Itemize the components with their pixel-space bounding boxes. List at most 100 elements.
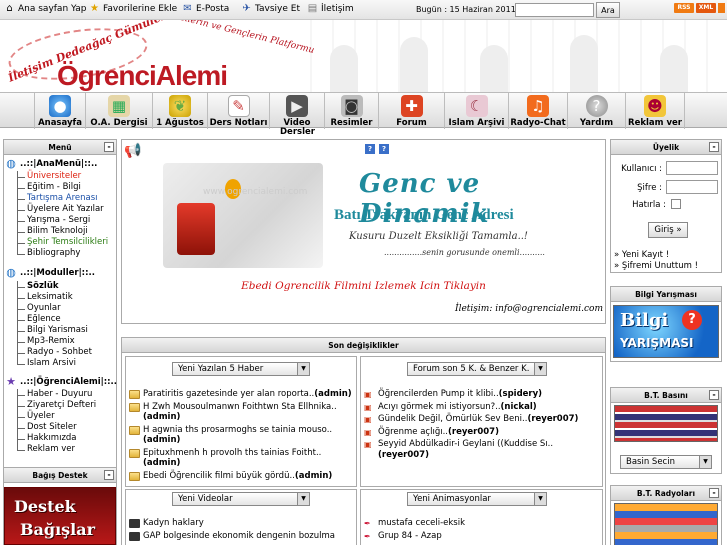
list-item[interactable]: Paratiritis gazetesinde yer alan roporta… xyxy=(129,389,355,400)
minimize-icon[interactable]: - xyxy=(709,390,719,400)
homepage-link[interactable]: ⌂ Ana sayfan Yap xyxy=(4,3,86,14)
list-item[interactable]: ✒ Grup 84 - Azap xyxy=(364,531,600,542)
press-select[interactable]: Basin Secin ▼ xyxy=(620,455,712,469)
username-input[interactable] xyxy=(666,161,718,175)
list-item-text: Epituxhmenh h provolh ths tainias Foitht… xyxy=(143,447,322,458)
menu-item[interactable]: Radyo - Sohbet xyxy=(17,347,92,358)
menu-item[interactable]: Oyunlar xyxy=(17,303,92,314)
animations-select[interactable]: Yeni Animasyonlar ▼ xyxy=(407,492,547,506)
menu-item[interactable]: Reklam ver xyxy=(17,444,96,455)
menu-section-main[interactable]: ◍ ..::|AnaMenü|::.. xyxy=(5,158,97,170)
menu-item-label: Islam Arsivi xyxy=(27,358,76,368)
menu-item[interactable]: Eğitim - Bilgi xyxy=(17,182,108,193)
chevron-down-icon: ▼ xyxy=(297,493,309,505)
xml-icon[interactable]: XML xyxy=(696,3,716,13)
news-select-label: Yeni Yazılan 5 Haber xyxy=(178,364,264,374)
favorites-link[interactable]: ★ Favorilerine Ekle xyxy=(89,3,177,14)
help-icon[interactable]: ? xyxy=(379,144,389,154)
help-icon[interactable]: ? xyxy=(365,144,375,154)
menu-item[interactable]: Üyeler xyxy=(17,411,96,422)
menu-item[interactable]: Haber - Duyuru xyxy=(17,389,96,400)
nav-magazine[interactable]: ▦ O.A. Dergisi xyxy=(85,93,152,129)
nav-help[interactable]: ? Yardım xyxy=(567,93,625,129)
list-item[interactable]: H agwnia ths prosarmoghs se tainia mouso… xyxy=(129,425,355,446)
menu-item[interactable]: Bilgi Yarismasi xyxy=(17,325,92,336)
nav-notes[interactable]: ✎ Ders Notları xyxy=(207,93,269,129)
list-item[interactable]: Epituxhmenh h provolh ths tainias Foitht… xyxy=(129,448,355,469)
nav-video[interactable]: ▶ Video xyxy=(269,93,324,129)
menu-item[interactable]: Yarışma - Sergi xyxy=(17,215,108,226)
menu-section-ogrencialemi[interactable]: ★ ..::|ÖğrenciAlemi|::.. xyxy=(5,376,117,388)
menu-item-label: Eğlence xyxy=(27,314,61,324)
banner-subtitle: Batı Trakyanın Genc Adresi xyxy=(334,207,514,223)
contact-email[interactable]: İletişim: info@ogrencialemi.com xyxy=(455,304,603,314)
videos-select[interactable]: Yeni Videolar ▼ xyxy=(172,492,310,506)
nav-forum[interactable]: ✚ Forum xyxy=(378,93,444,129)
list-item[interactable]: ▣ Gündelik Değil, Ömürlük Sev Beni..(reye… xyxy=(364,414,600,425)
quiz-banner[interactable]: Bilgi ? YARIŞMASI xyxy=(613,305,719,358)
globe-icon: ◍ xyxy=(6,157,16,170)
list-item[interactable]: GAP bolgesinde ekonomik dengenin bozulma xyxy=(129,531,355,542)
site-logo[interactable]: ÖgrenciAlemi xyxy=(57,60,228,92)
menu-item[interactable]: Üyelere Ait Yazılar xyxy=(17,204,108,215)
menu-item[interactable]: Leksimatik xyxy=(17,292,92,303)
menu-item[interactable]: Mp3-Remix xyxy=(17,336,92,347)
menu-item[interactable]: Bibliography xyxy=(17,248,108,259)
menu-section-modules[interactable]: ◍ ..::|Moduller|::.. xyxy=(5,267,95,279)
nav-advertise[interactable]: ☻ Reklam ver xyxy=(625,93,685,129)
menu-title: Menü xyxy=(48,142,72,152)
list-item[interactable]: Ebedi Öğrencilik filmi büyük gördü..(adm… xyxy=(129,471,355,482)
email-link[interactable]: ✉ E-Posta xyxy=(182,3,229,14)
nav-islam[interactable]: ☾ Islam Arşivi xyxy=(444,93,508,129)
list-item[interactable]: ▣ Öğrenme açlığı..(reyer007) xyxy=(364,427,600,438)
minimize-icon[interactable]: - xyxy=(709,142,719,152)
minimize-icon[interactable]: - xyxy=(104,470,114,480)
feed-icon[interactable] xyxy=(718,3,725,13)
contact-link[interactable]: ▤ İletişim xyxy=(307,3,354,14)
radio-title: B.T. Radyoları xyxy=(636,488,696,498)
remember-checkbox[interactable] xyxy=(671,199,681,209)
menu-item[interactable]: Eğlence xyxy=(17,314,92,325)
rss-icon[interactable]: RSS xyxy=(674,3,694,13)
password-input[interactable] xyxy=(666,180,718,194)
menu-item[interactable]: Ziyaretçi Defteri xyxy=(17,400,96,411)
nav-home[interactable]: ● Anasayfa xyxy=(34,93,85,129)
menu-item[interactable]: Üniversiteler xyxy=(17,171,108,182)
forum-select[interactable]: Forum son 5 K. & Benzer K. ▼ xyxy=(407,362,547,376)
nav-radio[interactable]: ♫ Radyo-Chat xyxy=(508,93,567,129)
minimize-icon[interactable]: - xyxy=(104,142,114,152)
menu-item[interactable]: Hakkımızda xyxy=(17,433,96,444)
menu-item[interactable]: Sözlük xyxy=(17,281,92,292)
list-item[interactable]: ✒ mustafa ceceli-eksik xyxy=(364,518,600,529)
list-item[interactable]: ▣ Acıyı görmek mi istiyorsun?..(nickal) xyxy=(364,402,600,413)
login-button[interactable]: Giriş » xyxy=(648,222,688,238)
menu-item[interactable]: Islam Arsivi xyxy=(17,358,92,369)
nav-august[interactable]: ❦ 1 Ağustos xyxy=(152,93,207,129)
press-select-label: Basin Secin xyxy=(626,457,675,467)
leaf-icon: ❦ xyxy=(169,95,191,117)
film-link[interactable]: Ebedi Ogrencilik Filmini Izlemek Icin Ti… xyxy=(122,280,605,292)
banner-image[interactable]: www.ogrencialemi.com Genc ve Dinamik Bat… xyxy=(159,155,570,273)
news-select[interactable]: Yeni Yazılan 5 Haber ▼ xyxy=(172,362,310,376)
search-input[interactable] xyxy=(515,3,594,17)
list-item[interactable]: Kadyn haklary xyxy=(129,518,355,529)
list-item[interactable]: ▣ Seyyid Abdülkadir-i Geylani ((Kuddise S… xyxy=(364,439,600,460)
recommend-link[interactable]: ✈ Tavsiye Et xyxy=(241,3,300,14)
minimize-icon[interactable]: - xyxy=(709,488,719,498)
nav-video-second-line[interactable]: Dersler xyxy=(280,127,315,137)
menu-item[interactable]: Dost Siteler xyxy=(17,422,96,433)
list-item[interactable]: H Zwh Mousoulmanwn Foithtwn Sta Ellhnika… xyxy=(129,402,355,423)
list-item-author: (reyer007) xyxy=(448,426,499,437)
menu-item[interactable]: Şehir Temsilcilikleri xyxy=(17,237,108,248)
menu-item-label: Oyunlar xyxy=(27,303,61,313)
list-item[interactable]: ▣ Öğrencilerden Pump it klibi..(spidery) xyxy=(364,389,600,400)
menu-item[interactable]: Tartışma Arenası xyxy=(17,193,108,204)
menu-item[interactable]: Bilim Teknoloji xyxy=(17,226,108,237)
nav-notes-label: Ders Notları xyxy=(209,118,268,128)
nav-pictures[interactable]: ◙ Resimler xyxy=(324,93,378,129)
forgot-password-link[interactable]: » Şifremi Unuttum ! xyxy=(614,261,698,271)
register-link[interactable]: » Yeni Kayıt ! xyxy=(614,250,669,260)
press-logos-image[interactable] xyxy=(614,405,718,442)
search-button[interactable]: Ara xyxy=(596,2,620,18)
radio-logos-image[interactable] xyxy=(614,503,718,545)
